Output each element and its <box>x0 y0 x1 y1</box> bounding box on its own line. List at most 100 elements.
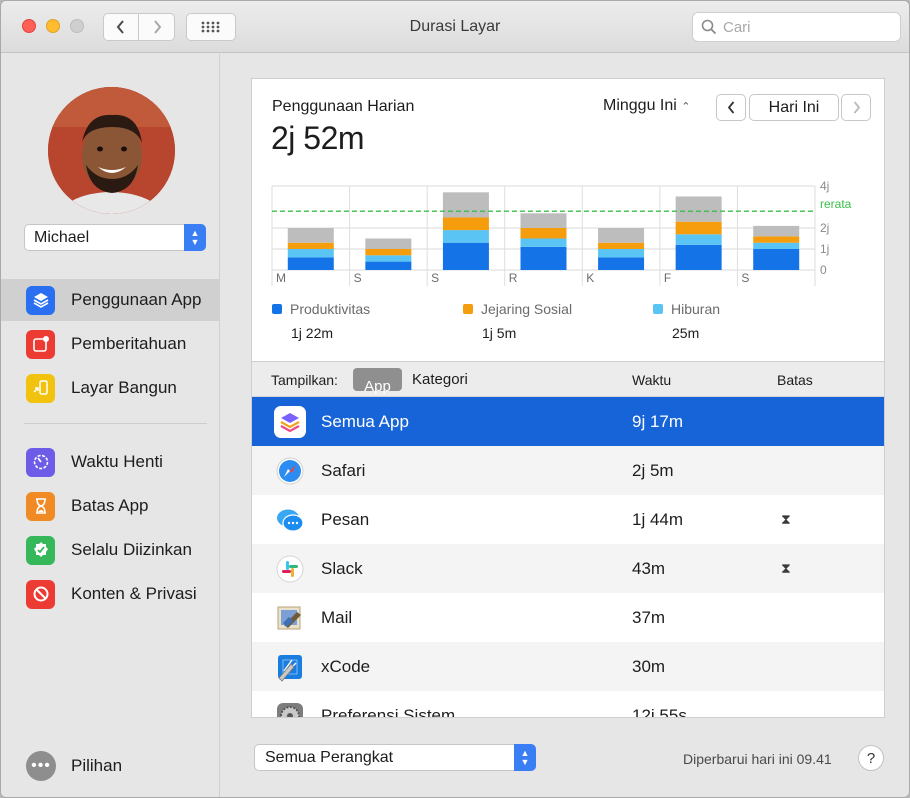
more-icon: ••• <box>26 751 56 781</box>
chevron-left-icon <box>116 20 124 34</box>
sidebar-item-penggunaan-app[interactable]: Penggunaan App <box>1 279 220 321</box>
sidebar-item-label: Konten & Privasi <box>71 584 197 603</box>
bar-segment <box>520 238 567 247</box>
bar-segment <box>287 242 334 249</box>
xcode-icon <box>274 651 306 683</box>
user-name: Michael <box>34 228 90 246</box>
table-row[interactable]: Pesan 1j 44m ⧗ <box>252 495 884 544</box>
app-name: Safari <box>321 460 366 480</box>
hourglass-icon: ⧗ <box>781 511 791 527</box>
bar-segment <box>598 242 645 249</box>
bar-segment <box>520 246 567 270</box>
toggle-app-button[interactable]: App <box>353 368 402 395</box>
safari-icon <box>274 455 306 487</box>
app-name: xCode <box>321 656 371 676</box>
legend-label: Produktivitas <box>290 301 371 317</box>
chevron-right-icon <box>153 20 161 34</box>
bar-segment <box>520 213 567 228</box>
toggle-category-button[interactable]: Kategori <box>412 371 468 388</box>
app-time: 9j 17m <box>632 411 684 431</box>
legend-item-social: Jejaring Sosial <box>463 301 572 317</box>
bar-segment <box>287 257 334 270</box>
app-name: Mail <box>321 607 353 627</box>
legend-swatch <box>653 304 663 314</box>
app-time: 12j 55s <box>632 705 687 718</box>
x-tick-label: S <box>431 271 439 285</box>
table-row[interactable]: Mail 37m <box>252 593 884 642</box>
bar-segment <box>442 230 489 243</box>
toggle-app-label: App <box>364 378 391 395</box>
chevron-left-icon <box>727 101 734 114</box>
next-day-button[interactable] <box>841 94 871 121</box>
usage-bar-chart: 4j 2j 1j 0 M S S R K F Srerata <box>271 179 852 286</box>
legend-value-social: 1j 5m <box>482 325 517 341</box>
table-row[interactable]: Semua App 9j 17m <box>252 397 884 446</box>
show-label: Tampilkan: <box>271 372 338 388</box>
previous-day-button[interactable] <box>716 94 746 121</box>
help-button[interactable]: ? <box>858 745 884 771</box>
bar-segment <box>753 225 800 237</box>
bar-segment <box>365 238 412 249</box>
table-row[interactable]: xCode 30m <box>252 642 884 691</box>
avatar[interactable] <box>48 87 175 214</box>
x-tick-label: K <box>586 271 594 285</box>
updown-chevron-icon: ⌃ <box>681 101 691 113</box>
search-input[interactable] <box>723 18 893 36</box>
zoom-window-button[interactable] <box>70 19 84 33</box>
column-header-time[interactable]: Waktu <box>632 372 671 388</box>
search-field[interactable] <box>692 12 901 42</box>
period-label: Minggu Ini <box>603 97 677 114</box>
sidebar-divider <box>24 423 207 424</box>
bar-segment <box>753 242 800 249</box>
app-usage-list: Tampilkan: App Kategori Waktu Batas Semu… <box>251 361 885 718</box>
x-tick-label: F <box>664 271 671 285</box>
sidebar-item-layar-bangun[interactable]: Layar Bangun <box>1 367 220 409</box>
system-preferences-icon <box>274 700 306 717</box>
x-tick-label: R <box>509 271 518 285</box>
device-label: Semua Perangkat <box>265 748 394 766</box>
bar-segment <box>520 228 567 239</box>
options-button[interactable]: ••• Pilihan <box>26 751 122 781</box>
y-tick-label: 4j <box>820 179 829 193</box>
table-row[interactable]: Slack 43m ⧗ <box>252 544 884 593</box>
show-all-button[interactable] <box>186 13 236 41</box>
close-window-button[interactable] <box>22 19 36 33</box>
column-header-limit[interactable]: Batas <box>777 372 813 388</box>
bar-segment <box>365 249 412 256</box>
back-button[interactable] <box>103 13 139 41</box>
hourglass-icon: ⧗ <box>781 560 791 576</box>
sidebar-item-label: Batas App <box>71 496 149 515</box>
sidebar-item-waktu-henti[interactable]: Waktu Henti <box>1 441 220 483</box>
sidebar-item-konten-privasi[interactable]: Konten & Privasi <box>1 573 220 615</box>
window: Durasi Layar Michael ▲▼ <box>0 0 910 798</box>
restricted-icon <box>26 579 55 609</box>
bar-segment <box>365 261 412 270</box>
sidebar-item-selalu-diizinkan[interactable]: Selalu Diizinkan <box>1 529 220 571</box>
updated-timestamp: Diperbarui hari ini 09.41 <box>683 751 832 767</box>
period-selector[interactable]: Minggu Ini ⌃ <box>603 97 691 115</box>
table-row[interactable]: Preferensi Sistem 12j 55s <box>252 691 884 718</box>
minimize-window-button[interactable] <box>46 19 60 33</box>
bar-segment <box>442 217 489 231</box>
x-tick-label: S <box>741 271 749 285</box>
sidebar-item-pemberitahuan[interactable]: Pemberitahuan <box>1 323 220 365</box>
table-row[interactable]: Safari 2j 5m <box>252 446 884 495</box>
app-time: 1j 44m <box>632 509 684 529</box>
bar-segment <box>675 244 722 270</box>
bar-segment <box>753 236 800 243</box>
user-selector[interactable]: Michael ▲ ▼ <box>24 224 206 251</box>
device-selector[interactable]: Semua Perangkat ▲ ▼ <box>254 744 536 771</box>
usage-chart-panel: Penggunaan Harian 2j 52m Minggu Ini ⌃ Ha… <box>251 78 885 361</box>
legend-item-entertainment: Hiburan <box>653 301 720 317</box>
y-tick-label: 0 <box>820 263 827 277</box>
app-time: 30m <box>632 656 666 676</box>
forward-button[interactable] <box>139 13 175 41</box>
bar-segment <box>442 192 489 218</box>
search-icon <box>701 19 717 35</box>
list-header: Tampilkan: App Kategori Waktu Batas <box>252 362 884 397</box>
bar-segment <box>598 228 645 243</box>
legend-value-productivity: 1j 22m <box>291 325 334 341</box>
select-arrows-icon: ▲ ▼ <box>184 224 206 251</box>
sidebar-item-batas-app[interactable]: Batas App <box>1 485 220 527</box>
today-button[interactable]: Hari Ini <box>749 94 839 121</box>
